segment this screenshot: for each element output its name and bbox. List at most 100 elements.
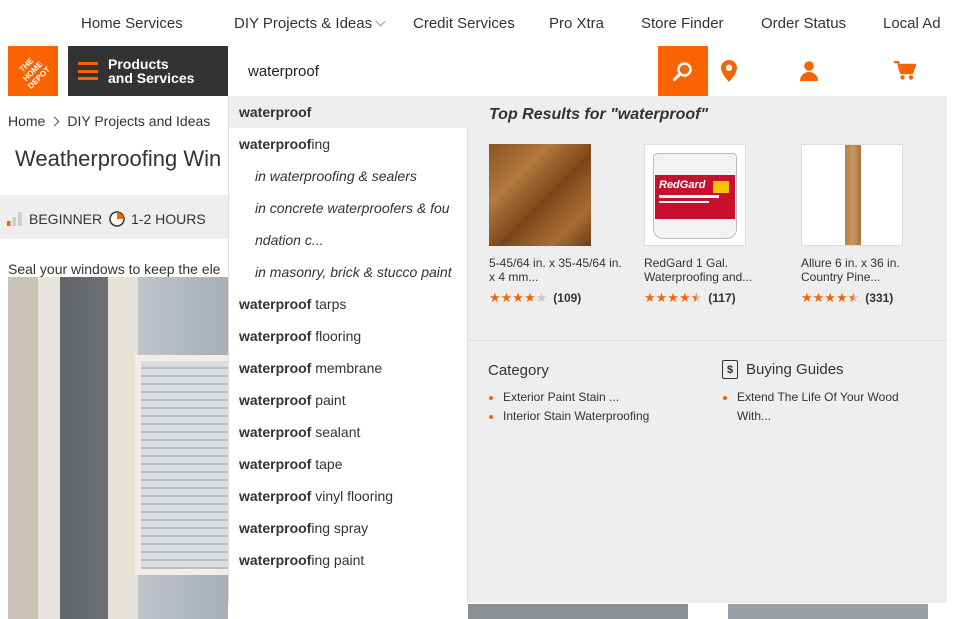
suggestion-match-text: waterproof [239,136,312,152]
suggestion-rest-text: membrane [311,360,383,376]
products-services-button[interactable]: Products and Services [68,46,228,96]
chevron-right-icon [49,116,60,127]
suggestion-match-text: waterproof [239,488,312,504]
skill-level-label: BEGINNER [29,211,103,227]
product-name-line: x 4 mm... [489,270,539,284]
location-pin-icon [721,60,737,82]
suggestion-item[interactable]: waterproof paint [229,384,468,416]
suggestion-item[interactable]: waterproof sealant [229,416,468,448]
product-name-line: RedGard 1 Gal. [644,256,729,270]
nav-diy-projects-label: DIY Projects & Ideas [234,15,373,32]
products-label-line1: Products [108,56,169,72]
duration: 1-2 HOURS [109,211,206,227]
category-link[interactable]: Interior Stain Waterproofing [488,407,649,426]
guide-link-line: Extend The Life Of Your Wood [737,390,899,404]
search-results-panel: Top Results for "waterproof" 5-45/64 in.… [468,96,947,603]
results-divider [468,340,947,341]
nav-local-ad[interactable]: Local Ad [883,15,941,32]
product-name[interactable]: 5-45/64 in. x 35-45/64 in. x 4 mm... [489,256,629,284]
search-button[interactable] [658,46,708,96]
suggestion-rest-text: flooring [311,328,362,344]
suggestion-rest-text: ing paint [311,552,365,568]
review-count: (117) [708,291,736,305]
nav-credit-services[interactable]: Credit Services [413,15,515,32]
chevron-down-icon [375,16,386,27]
suggestion-match-text: waterproof [239,296,312,312]
suggestion-match-text: waterproof [239,552,312,568]
product-name-line: Country Pine... [801,270,881,284]
suggestion-category-item[interactable]: in masonry, brick & stucco paint [229,256,468,288]
suggestion-category-item[interactable]: in concrete waterproofers & fou [229,192,468,224]
suggestion-rest-text: ing [311,136,331,152]
suggestion-current-term[interactable]: waterproof [229,96,468,128]
product-name-line: Waterproofing and... [644,270,753,284]
bucket-label: RedGard [659,179,706,191]
nav-home-services[interactable]: Home Services [81,15,183,32]
suggestion-category-item[interactable]: in waterproofing & sealers [229,160,468,192]
cart-button[interactable] [894,60,916,82]
hamburger-menu-icon [78,62,98,80]
top-utility-nav: Home Services DIY Projects & Ideas Credi… [0,0,955,46]
suggestion-rest-text: tarps [311,296,347,312]
product-name-line: 5-45/64 in. x 35-45/64 in. [489,256,622,270]
skill-bars-icon [7,212,22,226]
guide-link[interactable]: Extend The Life Of Your Wood With... [722,388,899,426]
product-rating: ★★★★★ (109) [489,290,629,306]
suggestion-item[interactable]: waterproofing [229,128,468,160]
suggestion-item[interactable]: waterproof flooring [229,320,468,352]
category-list: Exterior Paint Stain ... Interior Stain … [488,388,649,426]
product-image-vinyl-plank[interactable] [801,144,903,246]
product-card[interactable]: Allure 6 in. x 36 in. Country Pine... ★★★… [801,144,941,306]
guide-link-line: With... [737,409,772,423]
product-name-line: Allure 6 in. x 36 in. [801,256,900,270]
breadcrumb: Home DIY Projects and Ideas [8,113,210,129]
clock-icon [109,211,125,227]
buying-guides-label: Buying Guides [746,361,844,378]
suggestion-match-text: waterproof [239,424,312,440]
suggestion-item[interactable]: waterproofing spray [229,512,468,544]
nav-order-status[interactable]: Order Status [761,15,846,32]
hero-image-strip [728,604,928,619]
category-link[interactable]: Exterior Paint Stain ... [488,388,649,407]
nav-store-finder[interactable]: Store Finder [641,15,724,32]
nav-diy-projects[interactable]: DIY Projects & Ideas [234,15,386,32]
product-name[interactable]: Allure 6 in. x 36 in. Country Pine... [801,256,941,284]
product-card[interactable]: RedGard RedGard 1 Gal. Waterproofing and.… [644,144,784,306]
suggestion-match-text: waterproof [239,104,312,120]
products-services-label: Products and Services [108,57,194,85]
suggestion-rest-text: vinyl flooring [311,488,394,504]
star-rating-icon: ★★★★★ [644,290,703,305]
star-rating-icon: ★★★★★ [489,290,548,305]
nav-pro-xtra[interactable]: Pro Xtra [549,15,604,32]
suggestion-match-text: waterproof [239,328,312,344]
suggestion-item[interactable]: waterproof tarps [229,288,468,320]
breadcrumb-diy[interactable]: DIY Projects and Ideas [67,113,210,129]
home-depot-logo[interactable]: THE HOME DEPOT [8,46,58,96]
search-input[interactable] [237,46,658,96]
product-image-redgard[interactable]: RedGard [644,144,746,246]
category-heading: Category [488,362,549,379]
top-results-title: Top Results for "waterproof" [489,106,709,123]
product-rating: ★★★★★ (331) [801,290,941,306]
product-name[interactable]: RedGard 1 Gal. Waterproofing and... [644,256,784,284]
hero-window-image [135,355,228,575]
account-button[interactable] [798,60,820,82]
suggestion-rest-text: ing spray [311,520,369,536]
suggestion-rest-text: tape [311,456,343,472]
suggestion-match-text: waterproof [239,456,312,472]
search-icon [673,62,692,81]
suggestion-item[interactable]: waterproof vinyl flooring [229,480,468,512]
skill-level: BEGINNER [7,211,102,227]
review-count: (109) [553,291,582,305]
product-image-wood-floor[interactable] [489,144,591,246]
intro-text: Seal your windows to keep the ele [8,261,221,277]
suggestion-item[interactable]: waterproofing paint [229,544,468,576]
user-icon [800,61,818,81]
suggestion-item[interactable]: waterproof membrane [229,352,468,384]
store-locator-button[interactable] [718,60,740,82]
breadcrumb-home[interactable]: Home [8,113,45,129]
suggestion-category-item[interactable]: ndation c... [229,224,468,256]
product-card[interactable]: 5-45/64 in. x 35-45/64 in. x 4 mm... ★★★★… [489,144,629,306]
suggestion-item[interactable]: waterproof tape [229,448,468,480]
suggestion-match-text: waterproof [239,360,312,376]
